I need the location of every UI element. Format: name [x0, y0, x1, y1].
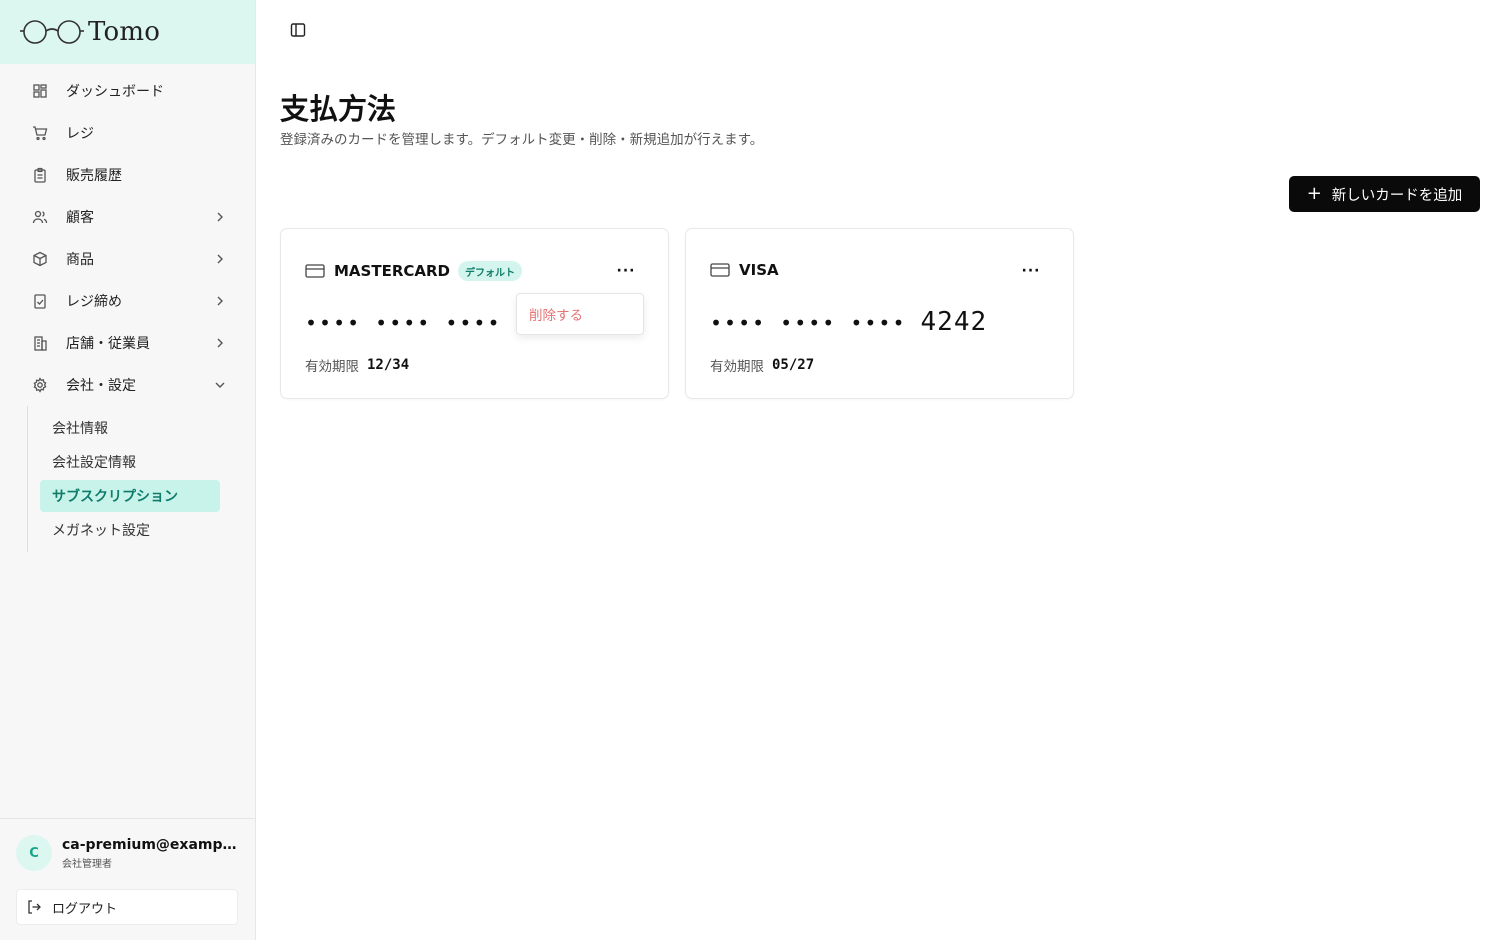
- box-icon: [32, 251, 48, 267]
- page-subtitle: 登録済みのカードを管理します。デフォルト変更・削除・新規追加が行えます。: [280, 132, 764, 148]
- delete-card-menu-item[interactable]: 削除する: [529, 304, 583, 324]
- sidebar-item-products[interactable]: 商品: [0, 238, 255, 280]
- masked-group: ••••: [445, 311, 502, 335]
- grid-icon: [32, 83, 48, 99]
- card-header: MASTERCARD デフォルト: [305, 261, 522, 281]
- user-role: 会社管理者: [62, 858, 112, 870]
- masked-group: ••••: [850, 311, 907, 335]
- user-panel: C ca-premium@example.com 会社管理者 ログアウト: [0, 818, 255, 940]
- credit-card-icon: [305, 263, 325, 279]
- user-info: C ca-premium@example.com 会社管理者: [16, 835, 239, 871]
- plus-icon: +: [1306, 183, 1322, 204]
- card-more-button[interactable]: ···: [616, 261, 636, 281]
- sidebar-item-label: 店舗・従業員: [66, 336, 150, 352]
- logout-button[interactable]: ログアウト: [16, 889, 238, 925]
- card-brand: MASTERCARD: [334, 262, 450, 280]
- more-horizontal-icon: ···: [1021, 263, 1041, 279]
- sidebar-subitem-subscription[interactable]: サブスクリプション: [40, 480, 220, 512]
- gear-icon: [32, 377, 48, 393]
- credit-card-icon: [710, 262, 730, 278]
- card-expiry: 有効期限 12/34: [305, 355, 409, 375]
- cart-icon: [32, 125, 48, 141]
- sidebar-subitem-meganet-settings[interactable]: メガネット設定: [40, 514, 221, 546]
- expiry-label: 有効期限: [710, 359, 764, 375]
- sidebar-item-label: 会社・設定: [66, 378, 136, 394]
- sidebar-item-customers[interactable]: 顧客: [0, 196, 255, 238]
- expiry-value: 12/34: [367, 357, 410, 373]
- brand-header[interactable]: Tomo: [0, 0, 255, 64]
- add-card-button[interactable]: + 新しいカードを追加: [1289, 176, 1480, 212]
- sidebar-subitem-company-settings-info[interactable]: 会社設定情報: [40, 446, 221, 478]
- avatar: C: [16, 835, 52, 871]
- more-horizontal-icon: ···: [616, 263, 636, 279]
- sidebar-item-label: レジ: [66, 126, 94, 142]
- company-settings-submenu: 会社情報 会社設定情報 サブスクリプション メガネット設定: [27, 406, 221, 552]
- chevron-right-icon: [213, 336, 227, 350]
- sidebar-item-label: ダッシュボード: [66, 84, 164, 100]
- masked-group: ••••: [305, 311, 362, 335]
- masked-group: ••••: [375, 311, 432, 335]
- chevron-right-icon: [213, 252, 227, 266]
- logout-label: ログアウト: [52, 901, 118, 917]
- main-content: 支払方法 登録済みのカードを管理します。デフォルト変更・削除・新規追加が行えます…: [256, 0, 1504, 940]
- clipboard-icon: [32, 167, 48, 183]
- sidebar-item-label: 商品: [66, 252, 94, 268]
- card-number: •••• •••• ••••: [305, 307, 502, 337]
- sidebar-subitem-company-info[interactable]: 会社情報: [40, 412, 221, 444]
- chevron-down-icon: [213, 378, 227, 392]
- add-card-label: 新しいカードを追加: [1331, 187, 1463, 204]
- page-title: 支払方法: [280, 92, 397, 126]
- card-brand: VISA: [739, 261, 779, 279]
- user-email: ca-premium@example.com: [62, 836, 237, 853]
- card-number: •••• •••• •••• 4242: [710, 307, 987, 337]
- sidebar-item-stores-staff[interactable]: 店舗・従業員: [0, 322, 255, 364]
- sidebar-item-label: レジ締め: [66, 294, 122, 310]
- expiry-label: 有効期限: [305, 359, 359, 375]
- payment-card-visa: VISA ··· •••• •••• •••• 4242 有効期限 05/27: [685, 228, 1074, 399]
- chevron-right-icon: [213, 294, 227, 308]
- masked-group: ••••: [780, 311, 837, 335]
- default-badge: デフォルト: [458, 261, 522, 281]
- users-icon: [32, 209, 48, 225]
- sidebar-item-register-closing[interactable]: レジ締め: [0, 280, 255, 322]
- sidebar-toggle-icon: [290, 22, 306, 42]
- sidebar-item-register[interactable]: レジ: [0, 112, 255, 154]
- sidebar-item-label: 販売履歴: [66, 168, 122, 184]
- logout-icon: [26, 899, 42, 915]
- card-header: VISA: [710, 261, 779, 279]
- glasses-logo-icon: [20, 18, 84, 46]
- card-last4: 4242: [920, 307, 988, 337]
- user-text: ca-premium@example.com 会社管理者: [62, 837, 237, 870]
- masked-group: ••••: [710, 311, 767, 335]
- main-nav: ダッシュボード レジ 販売履歴 顧客 商品 レジ締め 店舗・従業員 会社・設定 …: [0, 64, 255, 552]
- card-expiry: 有効期限 05/27: [710, 355, 814, 375]
- sidebar-toggle-button[interactable]: [288, 22, 308, 42]
- building-icon: [32, 335, 48, 351]
- sidebar: Tomo ダッシュボード レジ 販売履歴 顧客 商品 レジ締め 店舗・従業員 会…: [0, 0, 256, 940]
- sidebar-item-dashboard[interactable]: ダッシュボード: [0, 70, 255, 112]
- sidebar-item-label: 顧客: [66, 210, 94, 226]
- card-more-button[interactable]: ···: [1021, 261, 1041, 281]
- chevron-right-icon: [213, 210, 227, 224]
- card-context-menu: 削除する: [516, 293, 644, 335]
- brand-name: Tomo: [88, 17, 161, 47]
- sidebar-item-company-settings[interactable]: 会社・設定: [0, 364, 255, 406]
- clipboard-check-icon: [32, 293, 48, 309]
- expiry-value: 05/27: [772, 357, 815, 373]
- sidebar-item-sales-history[interactable]: 販売履歴: [0, 154, 255, 196]
